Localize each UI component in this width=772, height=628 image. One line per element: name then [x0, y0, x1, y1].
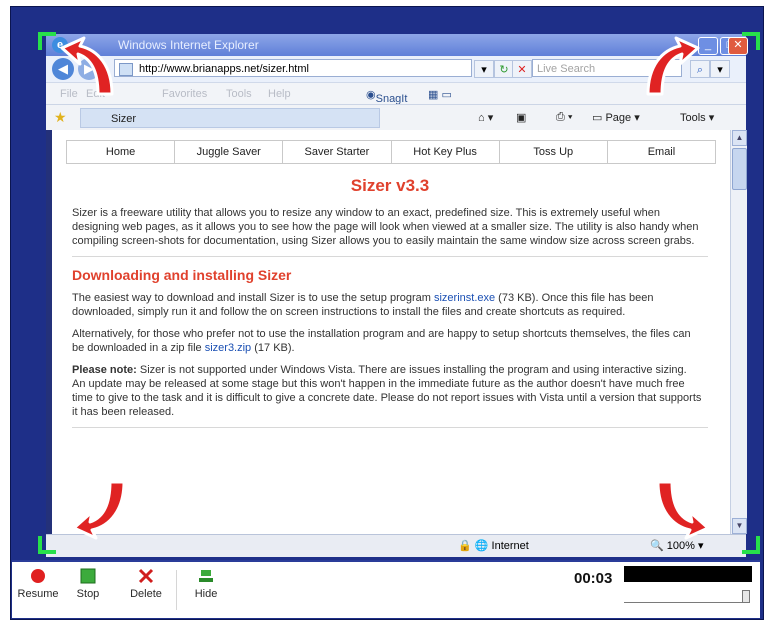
hide-label: Hide [194, 588, 218, 600]
ie-window: e Windows Internet Explorer _ □ x ✕ ◀ ▶ … [46, 34, 748, 557]
search-placeholder: Live Search [537, 63, 596, 75]
hide-button[interactable]: Hide [184, 566, 228, 600]
delete-label: Delete [130, 588, 162, 600]
vista-note-paragraph: Please note: Sizer is not supported unde… [72, 363, 702, 419]
crop-corner-top-left[interactable] [38, 32, 56, 50]
page-title: Sizer v3.3 [350, 176, 430, 195]
delete-button[interactable]: Delete [124, 566, 168, 600]
download-paragraph: The easiest way to download and install … [72, 291, 702, 319]
recorder-toolbar: Resume Stop Delete Hide 00:03 [12, 560, 760, 618]
resize-arrow-bottom-left-icon [72, 480, 126, 540]
nav-hot-key-plus[interactable]: Hot Key Plus [392, 141, 500, 163]
divider-2 [72, 427, 708, 428]
address-text: http://www.brianapps.net/sizer.html [139, 63, 309, 75]
vertical-scrollbar[interactable]: ▲ ▼ [730, 130, 747, 534]
resize-arrow-bottom-right-icon [656, 480, 710, 540]
scroll-thumb[interactable] [732, 148, 747, 190]
section-heading: Downloading and installing Sizer [72, 267, 292, 283]
status-bar: 🔒 🌐 Internet 🔍 100% ▾ [46, 534, 746, 557]
note-label: Please note: [72, 364, 137, 376]
resume-label: Resume [17, 588, 59, 600]
toolbar-separator [176, 570, 177, 610]
nav-email[interactable]: Email [608, 141, 715, 163]
zoom-control[interactable]: 🔍 100% ▾ [650, 539, 703, 552]
stop-square-icon [80, 568, 96, 584]
menu-favorites[interactable]: Favorites [162, 88, 207, 100]
tab-bar: ★ Sizer ⌂ ▾ ▣ ⎙ ▾ ▭ Page ▾ Tools ▾ [46, 104, 746, 132]
audio-level-meter [624, 566, 752, 582]
refresh-icon[interactable]: ↻ [494, 60, 514, 78]
zip-paragraph: Alternatively, for those who prefer not … [72, 327, 702, 355]
stop-button[interactable]: Stop [66, 566, 110, 600]
intro-paragraph: Sizer is a freeware utility that allows … [72, 207, 699, 247]
nav-juggle-saver[interactable]: Juggle Saver [175, 141, 284, 163]
zip-text-after: (17 KB). [251, 342, 295, 354]
search-options-button[interactable]: ▾ [710, 60, 730, 78]
page-viewport[interactable]: Home Juggle Saver Saver Starter Hot Key … [46, 130, 730, 534]
tools-menu-button[interactable]: Tools ▾ [680, 111, 714, 124]
delete-x-icon [138, 568, 154, 584]
sizerinst-link[interactable]: sizerinst.exe [434, 292, 495, 304]
scroll-down-icon[interactable]: ▼ [732, 518, 747, 534]
note-text: Sizer is not supported under Windows Vis… [72, 364, 702, 418]
record-icon [31, 569, 45, 583]
home-icon[interactable]: ⌂ ▾ [478, 111, 493, 124]
tab-sizer[interactable]: Sizer [80, 108, 380, 128]
address-input[interactable]: http://www.brianapps.net/sizer.html [114, 59, 472, 77]
favorites-star-icon[interactable]: ★ [54, 109, 67, 126]
web-page: Home Juggle Saver Saver Starter Hot Key … [66, 140, 716, 438]
download-text-before: The easiest way to download and install … [72, 292, 434, 304]
menu-tools[interactable]: Tools [226, 88, 252, 100]
tools-menu-label: Tools [680, 112, 706, 124]
address-dropdown-button[interactable]: ▾ [474, 60, 494, 78]
snagit-tool-icon[interactable]: ▦ ▭ [428, 88, 452, 101]
zone-label: Internet [491, 540, 529, 552]
tab-title: Sizer [111, 113, 137, 125]
feeds-icon[interactable]: ▣ [516, 111, 526, 124]
volume-slider[interactable] [624, 590, 750, 603]
nav-saver-starter[interactable]: Saver Starter [283, 141, 392, 163]
zip-text-before: Alternatively, for those who prefer not … [72, 328, 691, 354]
crop-corner-bottom-right[interactable] [742, 536, 760, 554]
resize-arrow-top-left-icon [60, 36, 114, 96]
volume-slider-knob[interactable] [742, 590, 750, 603]
resize-arrow-top-right-icon [646, 36, 700, 96]
sizer-zip-link[interactable]: sizer3.zip [205, 342, 251, 354]
zoom-value: 100% [666, 540, 695, 552]
stop-icon[interactable]: ✕ [512, 60, 532, 78]
recording-timer: 00:03 [574, 570, 613, 587]
window-title: Windows Internet Explorer [118, 38, 259, 52]
crop-corner-top-right[interactable] [742, 32, 760, 50]
stop-label: Stop [76, 588, 100, 600]
scroll-up-icon[interactable]: ▲ [732, 130, 747, 146]
divider [72, 256, 708, 257]
crop-corner-bottom-left[interactable] [38, 536, 56, 554]
page-menu-label: Page [605, 112, 632, 124]
menu-help[interactable]: Help [268, 88, 291, 100]
print-icon[interactable]: ⎙ ▾ [556, 111, 572, 124]
security-zone: 🔒 🌐 Internet [458, 540, 529, 552]
nav-home[interactable]: Home [67, 141, 176, 163]
site-nav: Home Juggle Saver Saver Starter Hot Key … [66, 140, 716, 164]
nav-toss-up[interactable]: Toss Up [500, 141, 608, 163]
page-menu-button[interactable]: ▭ Page ▾ [592, 111, 640, 124]
snagit-button[interactable]: ◉ SnagIt [366, 88, 407, 105]
resume-button[interactable]: Resume [16, 566, 60, 600]
hide-icon [199, 570, 213, 582]
